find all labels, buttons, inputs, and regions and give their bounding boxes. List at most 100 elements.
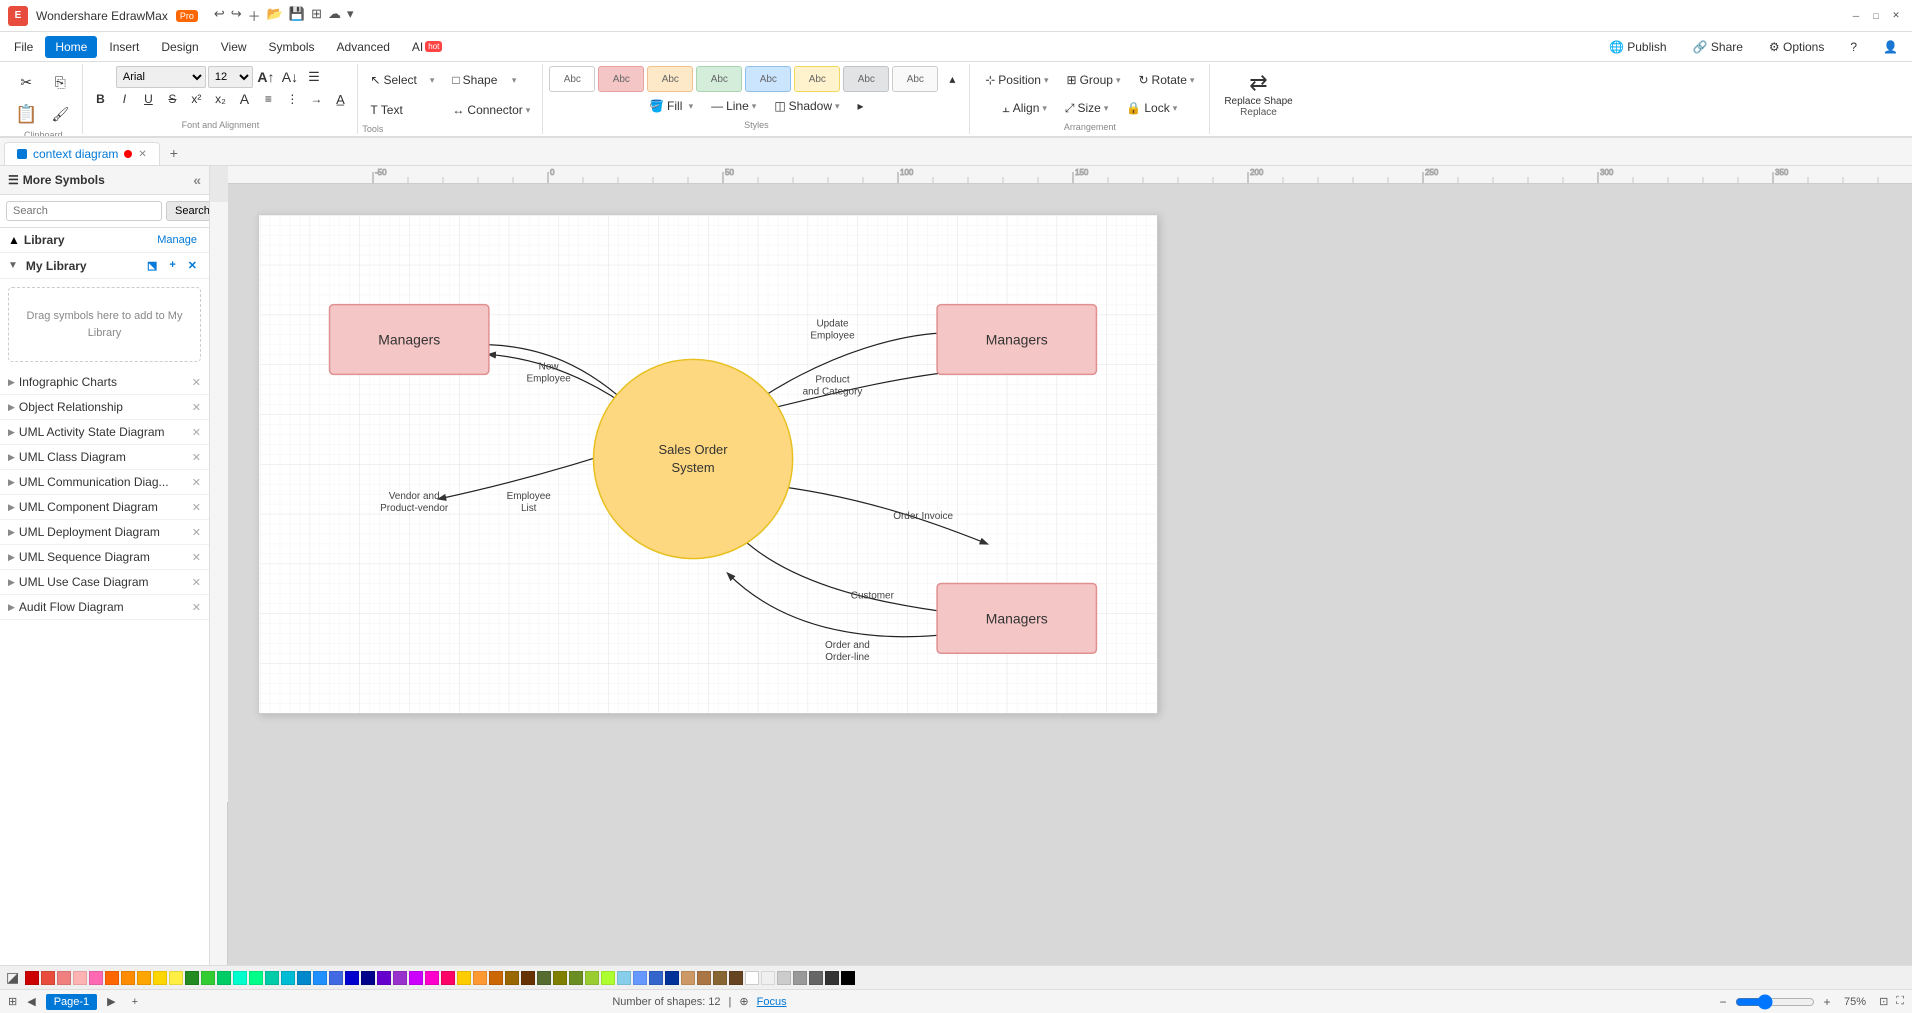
position-button[interactable]: ⊹ Position ▾ <box>977 66 1056 94</box>
sidebar-item-close-4[interactable]: ✕ <box>192 476 201 489</box>
align-left-button[interactable]: ☰ <box>303 66 325 88</box>
user-button[interactable]: 👤 <box>1873 37 1908 57</box>
connector-button[interactable]: ↔ Connector ▾ <box>444 96 538 124</box>
sidebar-item-audit-flow[interactable]: ▶ Audit Flow Diagram ✕ <box>0 595 209 620</box>
color-swatch-white[interactable] <box>745 971 759 985</box>
minimize-button[interactable]: ─ <box>1848 8 1864 24</box>
italic-button[interactable]: I <box>113 88 135 110</box>
font-family-select[interactable]: Arial Times New Roman <box>116 66 206 88</box>
template-icon[interactable]: ⊞ <box>311 6 322 25</box>
sidebar-item-uml-sequence[interactable]: ▶ UML Sequence Diagram ✕ <box>0 545 209 570</box>
style-swatch-2[interactable]: Abc <box>647 66 693 92</box>
color-swatch-forest-green[interactable] <box>185 971 199 985</box>
sidebar-item-close-2[interactable]: ✕ <box>192 426 201 439</box>
style-swatch-0[interactable]: Abc <box>549 66 595 92</box>
color-swatch-violet[interactable] <box>409 971 423 985</box>
new-icon[interactable]: ＋ <box>248 6 261 25</box>
color-swatch-red-dark[interactable] <box>25 971 39 985</box>
add-page-button[interactable]: + <box>126 994 144 1010</box>
strikethrough-button[interactable]: S <box>161 88 183 110</box>
highlight-button[interactable]: A̲ <box>329 88 351 110</box>
color-swatch-green-yellow[interactable] <box>601 971 615 985</box>
color-swatch-gold[interactable] <box>153 971 167 985</box>
color-swatch-amber[interactable] <box>457 971 471 985</box>
paste-button[interactable]: 📋 <box>10 98 42 130</box>
indent-button[interactable]: → <box>305 88 327 110</box>
color-swatch-medium-blue[interactable] <box>345 971 359 985</box>
bullet-list-button[interactable]: ≡ <box>257 88 279 110</box>
focus-label[interactable]: Focus <box>757 996 787 1008</box>
text-color-button[interactable]: A <box>233 88 255 110</box>
zoom-out-button[interactable]: − <box>1715 994 1731 1010</box>
align-button[interactable]: ⫠ Align ▾ <box>994 94 1055 122</box>
color-swatch-olive[interactable] <box>537 971 551 985</box>
color-swatch-teal-green[interactable] <box>265 971 279 985</box>
style-swatch-3[interactable]: Abc <box>696 66 742 92</box>
color-swatch-orange2[interactable] <box>137 971 151 985</box>
color-swatch-yellow-green[interactable] <box>585 971 599 985</box>
color-swatch-dark-orange[interactable] <box>121 971 135 985</box>
manage-button[interactable]: Manage <box>153 232 201 248</box>
color-swatch-sienna[interactable] <box>713 971 727 985</box>
maximize-button[interactable]: □ <box>1868 8 1884 24</box>
undo-icon[interactable]: ↩ <box>214 6 225 25</box>
sidebar-item-close-1[interactable]: ✕ <box>192 401 201 414</box>
sidebar-item-close-6[interactable]: ✕ <box>192 526 201 539</box>
sidebar-item-infographic-charts[interactable]: ▶ Infographic Charts ✕ <box>0 370 209 395</box>
format-painter-button[interactable]: 🖌 <box>44 98 76 130</box>
styles-more-button[interactable]: ▸ <box>850 95 872 117</box>
publish-button[interactable]: 🌐 Publish <box>1599 37 1677 57</box>
zoom-in-button[interactable]: + <box>1819 994 1835 1010</box>
more-icon[interactable]: ▾ <box>347 6 354 25</box>
sidebar-item-uml-activity[interactable]: ▶ UML Activity State Diagram ✕ <box>0 420 209 445</box>
fill-color-icon[interactable]: ◪ <box>6 969 19 986</box>
color-swatch-silver[interactable] <box>777 971 791 985</box>
color-swatch-peru[interactable] <box>697 971 711 985</box>
menu-home[interactable]: Home <box>45 36 97 58</box>
diagram-svg[interactable]: Managers Managers Managers Sales Order S… <box>258 214 1158 714</box>
color-swatch-dark-orchid[interactable] <box>393 971 407 985</box>
color-swatch-royal-blue[interactable] <box>329 971 343 985</box>
text-button[interactable]: T Text <box>362 96 442 124</box>
options-button[interactable]: ⚙ Options <box>1759 37 1834 57</box>
font-size-select[interactable]: 1210141618 <box>208 66 253 88</box>
color-swatch-lime-green[interactable] <box>201 971 215 985</box>
copy-button[interactable]: ⎘ <box>44 66 76 98</box>
color-swatch-tan[interactable] <box>681 971 695 985</box>
sidebar-item-uml-deployment[interactable]: ▶ UML Deployment Diagram ✕ <box>0 520 209 545</box>
sidebar-item-close-0[interactable]: ✕ <box>192 376 201 389</box>
size-button[interactable]: ⤢ Size ▾ <box>1057 94 1116 122</box>
color-swatch-yellow[interactable] <box>169 971 183 985</box>
color-swatch-medium-blue2[interactable] <box>649 971 663 985</box>
color-swatch-sky-blue[interactable] <box>617 971 631 985</box>
color-swatch-spring-green[interactable] <box>249 971 263 985</box>
color-swatch-dodger-blue[interactable] <box>313 971 327 985</box>
sidebar-item-close-7[interactable]: ✕ <box>192 551 201 564</box>
sidebar-item-close-8[interactable]: ✕ <box>192 576 201 589</box>
number-list-button[interactable]: ⋮ <box>281 88 303 110</box>
color-swatch-dark-gray[interactable] <box>809 971 823 985</box>
share-button[interactable]: 🔗 Share <box>1683 37 1753 57</box>
tab-close-button[interactable]: ✕ <box>138 149 146 160</box>
font-decrease-button[interactable]: A↓ <box>279 66 301 88</box>
page-tab-1[interactable]: Page-1 <box>46 994 97 1010</box>
sidebar-item-uml-class[interactable]: ▶ UML Class Diagram ✕ <box>0 445 209 470</box>
canvas-area[interactable]: -50050100150200250300350 <box>210 166 1912 965</box>
lock-button[interactable]: 🔒 Lock ▾ <box>1118 94 1185 122</box>
rotate-button[interactable]: ↻ Rotate ▾ <box>1130 66 1202 94</box>
line-button[interactable]: — Line ▾ <box>703 92 764 120</box>
color-swatch-pink-red[interactable] <box>441 971 455 985</box>
open-icon[interactable]: 📂 <box>267 6 283 25</box>
color-swatch-charcoal[interactable] <box>825 971 839 985</box>
menu-ai[interactable]: AI hot <box>402 36 452 58</box>
tab-add-button[interactable]: + <box>162 141 186 165</box>
menu-design[interactable]: Design <box>151 36 208 58</box>
sidebar-item-uml-usecase[interactable]: ▶ UML Use Case Diagram ✕ <box>0 570 209 595</box>
color-swatch-light-pink[interactable] <box>73 971 87 985</box>
page-next-button[interactable]: ▶ <box>101 993 121 1010</box>
color-swatch-brown[interactable] <box>521 971 535 985</box>
more-styles-button[interactable]: ▴ <box>941 68 963 90</box>
color-swatch-orange[interactable] <box>105 971 119 985</box>
menu-symbols[interactable]: Symbols <box>259 36 325 58</box>
bold-button[interactable]: B <box>89 88 111 110</box>
